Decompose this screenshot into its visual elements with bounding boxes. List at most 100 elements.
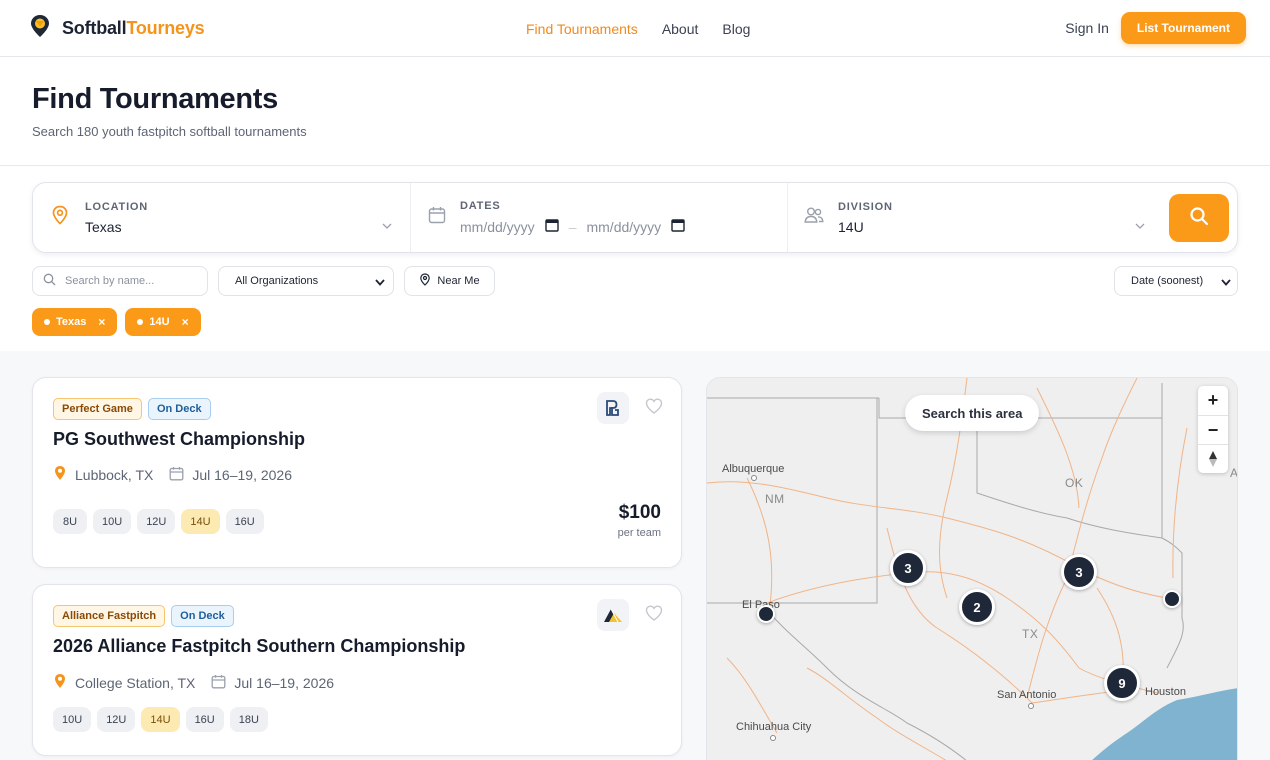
tournament-search-bar: LOCATION Texas DATES mm/dd/yyyy – mm/dd/…	[32, 182, 1238, 253]
organization-value: All Organizations	[235, 275, 319, 287]
nav-link-find-tournaments[interactable]: Find Tournaments	[526, 21, 638, 37]
organization-badge: Alliance Fastpitch	[53, 605, 166, 627]
brand-logo[interactable]: SoftballTourneys	[30, 14, 205, 43]
tournament-card[interactable]: Alliance Fastpitch On Deck 2026 Alliance…	[32, 584, 682, 756]
page-title: Find Tournaments	[32, 83, 278, 115]
state-label: TX	[1022, 627, 1039, 641]
compass-icon[interactable]	[1198, 444, 1228, 473]
nav-link-about[interactable]: About	[662, 21, 699, 37]
map-pin-icon	[51, 205, 69, 230]
map-cluster[interactable]: 9	[1104, 665, 1140, 701]
map-cluster[interactable]: 3	[1061, 554, 1097, 590]
brand-name: SoftballTourneys	[62, 18, 205, 39]
state-label: OK	[1065, 476, 1084, 490]
dates-label: DATES	[460, 200, 501, 212]
dates-texts: DATES mm/dd/yyyy – mm/dd/yyyy	[460, 200, 685, 235]
tournament-location: Lubbock, TX	[75, 466, 154, 483]
map-zoom-controls: + −	[1198, 386, 1228, 473]
heart-icon[interactable]	[645, 605, 663, 626]
status-badge: On Deck	[147, 398, 211, 420]
city-label: Chihuahua City	[736, 721, 812, 733]
city-label: San Antonio	[997, 689, 1057, 701]
tournament-title[interactable]: PG Southwest Championship	[53, 429, 305, 450]
map-marker[interactable]	[757, 605, 775, 623]
chevron-down-icon[interactable]	[1135, 216, 1145, 234]
organization-logo	[597, 392, 629, 424]
brand-name-part1: Softball	[62, 17, 127, 38]
zoom-in-button[interactable]: +	[1198, 386, 1228, 415]
chip-label: 14U	[149, 316, 170, 328]
search-button[interactable]	[1169, 194, 1229, 242]
map-cluster[interactable]: 2	[959, 589, 995, 625]
end-date-input[interactable]: mm/dd/yyyy	[586, 219, 661, 235]
dates-field: DATES mm/dd/yyyy – mm/dd/yyyy	[410, 183, 787, 252]
filter-row: Search by name... All Organizations Near…	[32, 266, 1238, 296]
near-me-button[interactable]: Near Me	[404, 266, 495, 296]
page-subtitle: Search 180 youth fastpitch softball tour…	[32, 124, 307, 139]
card-badges: Perfect Game On Deck	[53, 398, 211, 420]
close-icon[interactable]: ×	[98, 315, 105, 329]
map-background	[707, 378, 1237, 760]
date-range: mm/dd/yyyy – mm/dd/yyyy	[460, 218, 685, 235]
tournament-card[interactable]: Perfect Game On Deck PG Southwest Champi…	[32, 377, 682, 568]
top-navigation: SoftballTourneys Find Tournaments About …	[0, 0, 1270, 57]
list-tournament-button[interactable]: List Tournament	[1120, 12, 1246, 44]
tournament-title[interactable]: 2026 Alliance Fastpitch Southern Champio…	[53, 636, 465, 657]
age-tag: 10U	[53, 707, 92, 732]
age-tag: 12U	[137, 509, 176, 534]
location-texts: LOCATION Texas	[85, 201, 148, 235]
tournament-map[interactable]: Albuquerque El Paso San Antonio Houston …	[706, 377, 1238, 760]
age-tag: 10U	[93, 509, 132, 534]
results-section: Perfect Game On Deck PG Southwest Champi…	[0, 351, 1270, 760]
users-icon	[804, 206, 824, 229]
map-cluster[interactable]: 3	[890, 550, 926, 586]
location-label: LOCATION	[85, 200, 149, 213]
map-pin-icon	[419, 273, 431, 289]
state-label: A	[1230, 466, 1238, 480]
search-this-area-button[interactable]: Search this area	[905, 395, 1040, 431]
chip-14u[interactable]: 14U ×	[125, 308, 201, 336]
name-search-placeholder: Search by name...	[65, 275, 155, 287]
chip-dot	[137, 319, 144, 325]
name-search-input[interactable]: Search by name...	[32, 266, 208, 296]
calendar-picker-icon[interactable]	[671, 218, 685, 235]
chip-dot	[44, 319, 50, 325]
map-marker[interactable]	[1163, 590, 1181, 608]
price-amount: $100	[618, 502, 661, 523]
age-tag: 12U	[97, 707, 136, 732]
nav-link-blog[interactable]: Blog	[722, 21, 750, 37]
zoom-out-button[interactable]: −	[1198, 415, 1228, 444]
heart-icon[interactable]	[645, 398, 663, 419]
status-badge: On Deck	[171, 605, 234, 627]
location-pin-icon	[30, 14, 50, 43]
age-divisions: 10U 12U 14U 16U 18U	[53, 707, 268, 732]
card-badges: Alliance Fastpitch On Deck	[53, 605, 234, 627]
page-header: Find Tournaments Search 180 youth fastpi…	[0, 57, 1270, 166]
location-field[interactable]: LOCATION Texas	[33, 183, 410, 252]
age-divisions: 8U 10U 12U 14U 16U	[53, 509, 264, 534]
map-pin-icon	[53, 673, 75, 692]
calendar-icon	[169, 466, 192, 484]
sort-select[interactable]: Date (soonest)	[1114, 266, 1238, 296]
organization-logo	[597, 599, 629, 631]
calendar-picker-icon[interactable]	[544, 218, 559, 235]
calendar-icon	[428, 206, 446, 229]
chip-texas[interactable]: Texas ×	[32, 308, 118, 336]
close-icon[interactable]: ×	[182, 315, 189, 329]
sort-value: Date (soonest)	[1131, 275, 1204, 287]
division-field[interactable]: DIVISION 14U	[787, 183, 1237, 252]
tournament-meta: Lubbock, TX Jul 16–19, 2026	[53, 465, 292, 484]
brand-name-part2: Tourneys	[126, 17, 205, 38]
age-tag-highlighted: 14U	[181, 509, 220, 534]
nav-actions: Sign In List Tournament	[1065, 12, 1246, 44]
division-texts: DIVISION 14U	[838, 201, 893, 235]
calendar-icon	[211, 674, 234, 692]
age-tag: 16U	[185, 707, 224, 732]
organization-select[interactable]: All Organizations	[218, 266, 394, 296]
start-date-input[interactable]: mm/dd/yyyy	[460, 219, 535, 235]
chevron-down-icon[interactable]	[382, 216, 392, 234]
search-icon	[1189, 206, 1209, 231]
age-tag-highlighted: 14U	[141, 707, 180, 732]
map-pin-icon	[53, 465, 75, 484]
sign-in-link[interactable]: Sign In	[1065, 20, 1109, 36]
